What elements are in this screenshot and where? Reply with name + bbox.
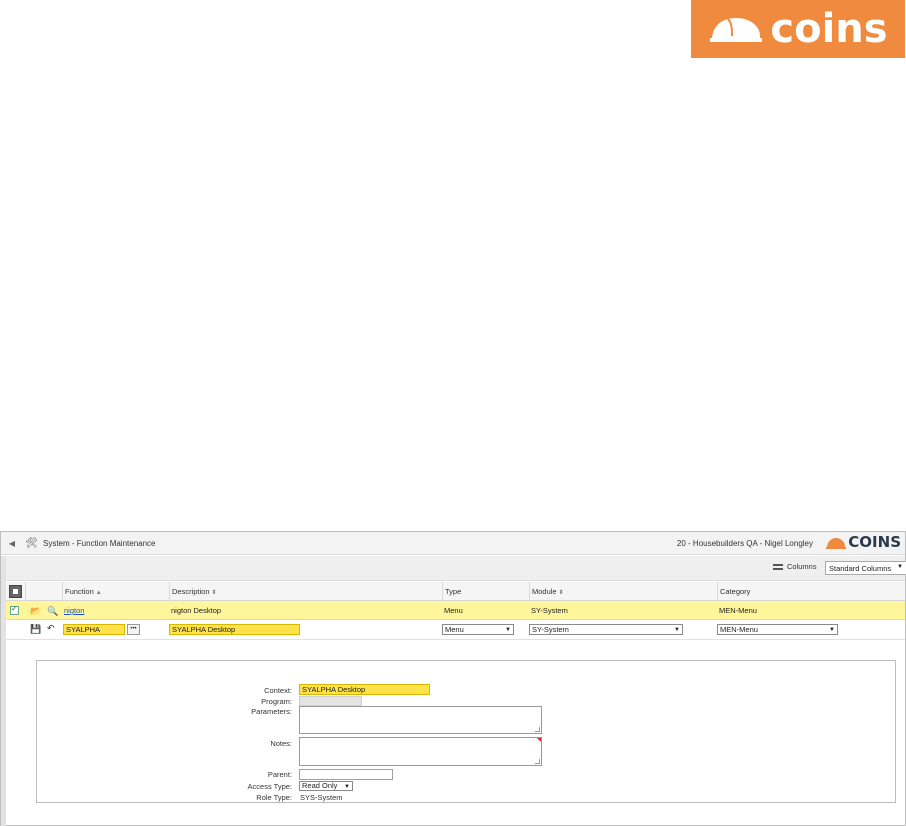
title-bar: ◀ 🛠 System - Function Maintenance 20 - H… (1, 532, 905, 555)
category-select-value: MEN-Menu (720, 625, 758, 634)
header-module[interactable]: Module ⬍ (529, 582, 717, 601)
header-description-label: Description (172, 587, 210, 596)
access-type-select[interactable]: Read Only ▼ (299, 781, 353, 791)
detail-panel: Context: SYALPHA Desktop Program: Parame… (36, 660, 896, 803)
access-type-label: Access Type: (247, 782, 292, 791)
header-type[interactable]: Type (442, 582, 529, 601)
description-cell: nigton Desktop (171, 606, 222, 615)
parent-label: Parent: (267, 770, 292, 779)
undo-icon[interactable]: ↶ (47, 623, 55, 634)
column-set-value: Standard Columns (829, 564, 892, 573)
column-set-select[interactable]: Standard Columns ▼ (825, 561, 906, 575)
brand-logo: coins (691, 0, 905, 58)
role-type-label: Role Type: (256, 793, 292, 802)
row-checkbox[interactable] (10, 604, 19, 615)
hard-hat-icon (710, 18, 763, 42)
chevron-down-icon: ▼ (674, 627, 680, 633)
folder-open-icon[interactable]: 📂 (30, 606, 41, 617)
save-icon[interactable]: 💾 (30, 624, 41, 635)
header-category-label: Category (720, 587, 751, 596)
resize-grip-icon[interactable] (535, 759, 540, 764)
edit-row: 💾 ↶ SYALPHA ••• SYALPHA Desktop Menu ▼ SY… (6, 620, 905, 640)
window-title: System - Function Maintenance (43, 538, 156, 548)
window-logo-text: COINS (848, 533, 901, 551)
select-all-checkbox[interactable] (9, 585, 22, 598)
brand-logo-text: coins (770, 6, 888, 52)
hard-hat-icon (826, 537, 847, 549)
chevron-down-icon: ▼ (829, 627, 835, 633)
context-label: Context: (264, 686, 292, 695)
category-cell: MEN-Menu (719, 606, 757, 615)
function-input[interactable]: SYALPHA (63, 624, 125, 635)
header-function-label: Function (65, 587, 94, 596)
module-select-value: SY-System (532, 625, 569, 634)
back-arrow-icon[interactable]: ◀ (5, 539, 19, 548)
header-actions (25, 582, 62, 601)
type-select-value: Menu (445, 625, 464, 634)
grid-toolbar: Columns Standard Columns ▼ (6, 556, 906, 581)
table-row[interactable]: 📂 🔍 nigton nigton Desktop Menu SY-System… (6, 601, 905, 620)
notes-label: Notes: (270, 739, 292, 748)
module-select[interactable]: SY-System ▼ (529, 624, 683, 635)
type-select[interactable]: Menu ▼ (442, 624, 514, 635)
parameters-textarea[interactable] (299, 706, 542, 734)
columns-icon (773, 563, 783, 570)
notes-textarea[interactable] (299, 737, 542, 766)
sort-icon: ⬍ (558, 590, 564, 596)
columns-label: Columns (787, 562, 817, 571)
parent-input[interactable] (299, 769, 393, 780)
window-logo: COINS (826, 535, 901, 550)
program-label: Program: (261, 697, 292, 706)
resize-grip-icon[interactable] (535, 727, 540, 732)
category-select[interactable]: MEN-Menu ▼ (717, 624, 838, 635)
header-description[interactable]: Description ⬍ (169, 582, 442, 601)
columns-button[interactable]: Columns (773, 562, 817, 571)
header-function[interactable]: Function ▲ (62, 582, 169, 601)
note-marker-icon (537, 738, 541, 742)
type-cell: Menu (444, 606, 463, 615)
zoom-icon[interactable]: 🔍 (47, 606, 58, 617)
app-window: ◀ 🛠 System - Function Maintenance 20 - H… (0, 531, 906, 826)
header-category[interactable]: Category (717, 582, 905, 601)
lookup-button[interactable]: ••• (127, 624, 140, 635)
role-type-value: SYS-System (300, 793, 343, 802)
header-module-label: Module (532, 587, 557, 596)
tools-icon: 🛠 (25, 537, 38, 549)
chevron-down-icon: ▼ (897, 564, 903, 570)
chevron-down-icon: ▼ (344, 784, 350, 790)
parameters-label: Parameters: (251, 707, 292, 716)
access-type-value: Read Only (302, 781, 338, 790)
sort-icon: ⬍ (211, 590, 217, 596)
grid-header: Function ▲ Description ⬍ Type Module ⬍ Cate… (6, 582, 905, 601)
sort-asc-icon: ▲ (95, 590, 102, 596)
function-link[interactable]: nigton (62, 601, 84, 620)
program-input (299, 696, 362, 706)
user-context: 20 - Housebuilders QA - Nigel Longley (676, 539, 813, 548)
context-input[interactable]: SYALPHA Desktop (299, 684, 430, 695)
header-type-label: Type (445, 587, 462, 596)
description-input[interactable]: SYALPHA Desktop (169, 624, 300, 635)
module-cell: SY-System (531, 606, 568, 615)
chevron-down-icon: ▼ (505, 627, 511, 633)
